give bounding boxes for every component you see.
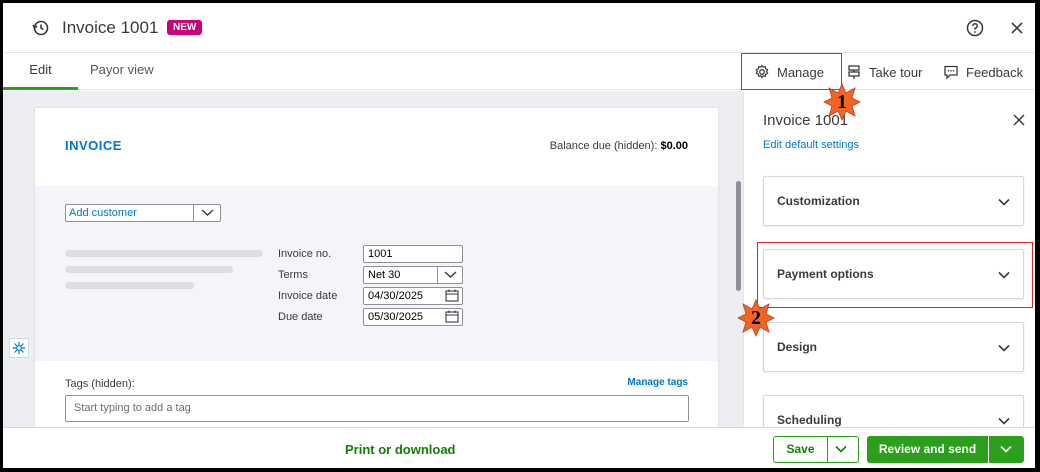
calendar-icon[interactable]: [445, 289, 459, 302]
invoice-no-label: Invoice no.: [278, 248, 332, 260]
edit-default-settings-link[interactable]: Edit default settings: [763, 139, 859, 151]
save-button[interactable]: Save: [774, 437, 828, 462]
manage-label: Manage: [777, 64, 824, 80]
scrollbar-thumb[interactable]: [736, 181, 741, 291]
tab-edit[interactable]: Edit: [3, 53, 78, 90]
gear-icon: [755, 64, 769, 79]
print-download-button[interactable]: Print or download: [345, 442, 456, 457]
settings-panel: Invoice 1001 Edit default settings Custo…: [743, 91, 1035, 445]
accordion-customization[interactable]: Customization: [763, 176, 1024, 226]
save-button-group: Save: [773, 436, 859, 463]
manage-button[interactable]: Manage: [754, 64, 824, 80]
tab-payor-view[interactable]: Payor view: [90, 53, 154, 90]
invoice-document: INVOICE Balance due (hidden): $0.00 Add …: [35, 108, 718, 438]
header-bar: Invoice 1001 NEW: [3, 3, 1035, 53]
tags-label: Tags (hidden):: [65, 378, 135, 390]
page-title: Invoice 1001: [62, 18, 159, 37]
new-badge: NEW: [167, 20, 203, 35]
chevron-down-icon[interactable]: [834, 442, 848, 456]
balance-label: Balance due (hidden):: [549, 140, 658, 152]
step-marker-1: 1: [823, 83, 861, 121]
history-icon[interactable]: [31, 18, 51, 38]
marker-number: 2: [751, 307, 761, 329]
take-tour-label: Take tour: [869, 64, 923, 80]
help-icon[interactable]: [965, 18, 985, 38]
tags-placeholder: Start typing to add a tag: [74, 402, 191, 414]
close-icon[interactable]: [1009, 20, 1025, 36]
invoice-date-value: 04/30/2025: [368, 290, 424, 302]
signpost-icon: [848, 65, 860, 79]
balance-due: Balance due (hidden): $0.00: [550, 140, 688, 152]
accordion-design[interactable]: Design: [763, 322, 1024, 372]
footer-bar: Print or download Save Review and send: [3, 427, 1035, 468]
terms-dropdown[interactable]: [437, 267, 462, 283]
invoice-details-section: Add customer Invoice no. 1001 Terms Net …: [35, 186, 718, 361]
chevron-down-icon: [998, 271, 1010, 279]
accordion-label: Design: [777, 340, 818, 354]
accordion-label: Customization: [777, 194, 860, 208]
terms-select[interactable]: Net 30: [363, 266, 463, 284]
accordion-payment-options[interactable]: Payment options: [763, 249, 1024, 299]
invoice-heading: INVOICE: [65, 138, 122, 153]
tags-input[interactable]: Start typing to add a tag: [65, 395, 689, 422]
step-marker-2: 2: [737, 299, 775, 337]
chevron-down-icon: [201, 209, 214, 216]
due-date-value: 05/30/2025: [368, 311, 424, 323]
customer-placeholder: Add customer: [69, 207, 137, 219]
chevron-down-icon: [998, 417, 1010, 425]
chevron-down-icon[interactable]: [999, 442, 1013, 456]
invoice-date-field[interactable]: 04/30/2025: [363, 287, 463, 305]
invoice-window: Invoice 1001 NEW Edit Payor view Manage: [3, 3, 1035, 468]
chevron-down-icon: [444, 271, 457, 278]
invoice-no-field[interactable]: 1001: [363, 245, 463, 263]
accordion-label: Payment options: [777, 267, 874, 281]
chevron-down-icon: [998, 198, 1010, 206]
address-placeholder-line: [65, 250, 263, 257]
side-widget-button[interactable]: [9, 338, 29, 358]
feedback-icon: [944, 65, 958, 80]
customer-select[interactable]: Add customer: [65, 204, 221, 222]
due-date-field[interactable]: 05/30/2025: [363, 308, 463, 326]
terms-value: Net 30: [368, 269, 401, 281]
invoice-no-value: 1001: [368, 248, 393, 260]
invoice-canvas: INVOICE Balance due (hidden): $0.00 Add …: [3, 91, 743, 438]
balance-value: $0.00: [660, 140, 688, 152]
review-send-button[interactable]: Review and send: [867, 436, 989, 463]
address-placeholder-line: [65, 282, 194, 289]
accordion-label: Scheduling: [777, 413, 842, 427]
chevron-down-icon: [998, 344, 1010, 352]
feedback-button[interactable]: Feedback: [943, 64, 1023, 80]
address-placeholder-line: [65, 266, 233, 273]
manage-tags-link[interactable]: Manage tags: [627, 377, 688, 388]
feedback-label: Feedback: [966, 64, 1024, 80]
take-tour-button[interactable]: Take tour: [846, 64, 922, 80]
marker-number: 1: [837, 91, 847, 113]
customer-dropdown[interactable]: [193, 205, 220, 221]
review-send-button-group: Review and send: [867, 436, 1024, 463]
tab-bar: Edit Payor view Manage Take tour Feedbac…: [3, 53, 1035, 90]
terms-label: Terms: [278, 269, 308, 281]
invoice-date-label: Invoice date: [278, 290, 338, 302]
due-date-label: Due date: [278, 311, 323, 323]
sparkle-icon: [12, 341, 26, 355]
calendar-icon[interactable]: [445, 310, 459, 323]
close-icon[interactable]: [1012, 113, 1026, 127]
